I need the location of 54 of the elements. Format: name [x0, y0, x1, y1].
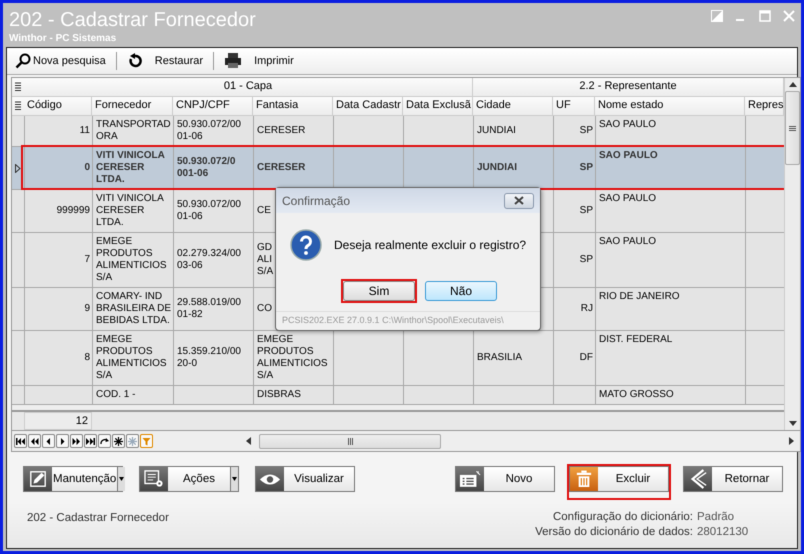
table-cell: SAO PAULO — [599, 119, 656, 131]
table-cell: SP — [580, 254, 593, 266]
table-cell: 0 — [84, 162, 90, 174]
dialog-message: Deseja realmente excluir o registro? — [334, 238, 526, 252]
table-cell: VITI VINICOLA CERESER LTDA. — [96, 150, 165, 186]
table-cell: DF — [580, 352, 593, 364]
table-cell: EMEGE PRODUTOS ALIMENTICIOS S/A — [96, 236, 167, 284]
table-cell: JUNDIAI — [477, 162, 518, 174]
table-cell: SP — [580, 162, 593, 174]
table-cell: MATO GROSSO — [599, 389, 674, 401]
table-cell: COD. 1 - — [96, 389, 136, 401]
status-screen-name: 202 - Cadastrar Fornecedor — [27, 511, 169, 526]
status-label: Configuração do dicionário: — [552, 510, 693, 525]
table-cell: 7 — [84, 254, 90, 266]
table-cell: CO — [257, 303, 272, 315]
table-cell: GD ALI S/A — [257, 242, 274, 278]
window-title: 202 - Cadastrar Fornecedor — [9, 8, 256, 33]
status-value: 28012130 — [697, 525, 750, 540]
table-cell: 50.930.072/00 01-06 — [177, 199, 241, 223]
table-cell: 50.930.072/00 01-06 — [177, 119, 241, 143]
table-cell: 9 — [84, 303, 90, 315]
table-cell: RIO DE JANEIRO — [599, 291, 680, 303]
table-cell: DISBRAS — [257, 389, 301, 401]
summary-cell: 12 — [24, 412, 92, 430]
table-cell: SP — [580, 205, 593, 217]
status-value: Padrão — [697, 510, 736, 525]
table-cell: RJ — [580, 303, 593, 315]
window-subtitle: Winthor - PC Sistemas — [9, 33, 118, 45]
table-cell: CE — [257, 205, 271, 217]
table-cell: 11 — [80, 125, 90, 137]
dialog-title: Confirmação — [282, 194, 350, 208]
table-cell: TRANSPORTAD ORA — [96, 119, 171, 143]
table-cell: JUNDIAI — [477, 125, 516, 137]
table-cell: SP — [580, 125, 593, 137]
table-cell: 15.359.210/00 20-0 — [177, 346, 241, 370]
table-cell: COMARY- IND BRASILEIRA DE BEBIDAS LTDA. — [96, 291, 172, 327]
table-cell: 999999 — [56, 205, 90, 217]
table-cell: EMEGE PRODUTOS ALIMENTICIOS S/A — [257, 334, 328, 382]
table-cell: DIST. FEDERAL — [599, 334, 672, 346]
table-cell: CERESER — [257, 162, 306, 174]
table-cell: 02.279.324/00 03-06 — [177, 248, 241, 272]
table-cell: 50.930.072/0 001-06 — [177, 156, 236, 180]
status-label: Versão do dicionário de dados: — [535, 525, 693, 540]
table-cell: SAO PAULO — [599, 193, 656, 205]
table-cell: 8 — [84, 352, 90, 364]
table-cell: SAO PAULO — [599, 150, 658, 162]
table-cell: VITI VINICOLA CERESER LTDA. — [96, 193, 164, 229]
dialog-footer: PCSIS202.EXE 27.0.9.1 C:\Winthor\Spool\Executaveis\ — [276, 311, 540, 330]
table-cell: BRASILIA — [477, 352, 522, 364]
table-cell: EMEGE PRODUTOS ALIMENTICIOS S/A — [96, 334, 167, 382]
table-cell: SAO PAULO — [599, 236, 656, 248]
table-cell: 29.588.019/00 01-82 — [177, 297, 241, 321]
table-cell: CERESER — [257, 125, 306, 137]
column-group-header: 01 - Capa — [24, 78, 473, 96]
